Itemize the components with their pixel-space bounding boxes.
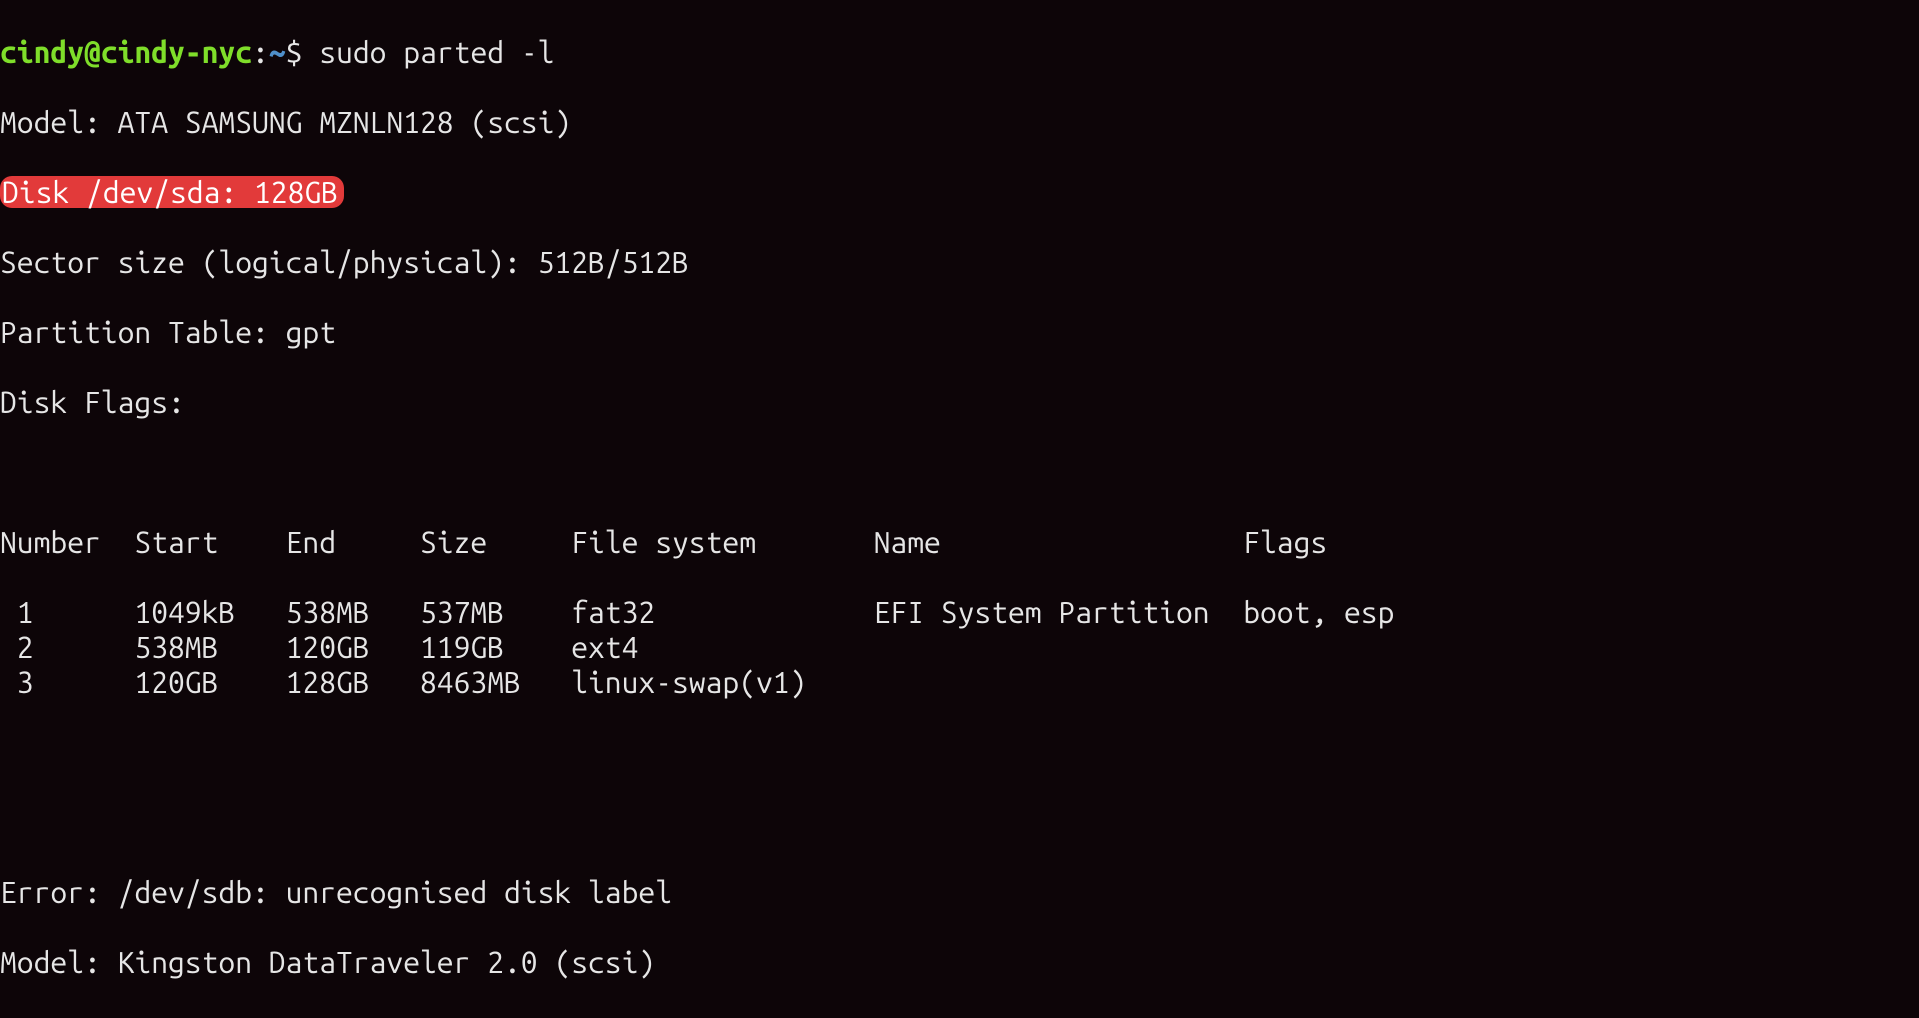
prompt-at: @: [84, 35, 101, 69]
partition-table-body: 1 1049kB 538MB 537MB fat32 EFI System Pa…: [0, 595, 1919, 700]
partition-table-header: Number Start End Size File system Name F…: [0, 525, 1919, 560]
prompt-dollar: $: [286, 35, 303, 69]
disk1-ptable: Partition Table: gpt: [0, 315, 1919, 350]
prompt-host: cindy-nyc: [101, 35, 252, 69]
prompt-user: cindy: [0, 35, 84, 69]
prompt-colon: :: [252, 35, 269, 69]
blank-2: [0, 735, 1919, 770]
terminal[interactable]: cindy@cindy-nyc:~$ sudo parted -l Model:…: [0, 0, 1919, 1018]
blank-1: [0, 455, 1919, 490]
command-text: sudo parted -l: [319, 35, 554, 69]
table-row: 2 538MB 120GB 119GB ext4: [0, 630, 1919, 665]
prompt-line-1: cindy@cindy-nyc:~$ sudo parted -l: [0, 35, 1919, 70]
disk2-error: Error: /dev/sdb: unrecognised disk label: [0, 875, 1919, 910]
disk1-model: Model: ATA SAMSUNG MZNLN128 (scsi): [0, 105, 1919, 140]
prompt-path: ~: [269, 35, 286, 69]
disk1-disk-line: Disk /dev/sda: 128GB: [0, 175, 1919, 210]
blank-3: [0, 805, 1919, 840]
disk1-flags: Disk Flags:: [0, 385, 1919, 420]
disk2-model: Model: Kingston DataTraveler 2.0 (scsi): [0, 945, 1919, 980]
table-row: 3 120GB 128GB 8463MB linux-swap(v1): [0, 665, 1919, 700]
table-row: 1 1049kB 538MB 537MB fat32 EFI System Pa…: [0, 595, 1919, 630]
disk1-sector: Sector size (logical/physical): 512B/512…: [0, 245, 1919, 280]
disk1-highlight: Disk /dev/sda: 128GB: [0, 176, 344, 208]
